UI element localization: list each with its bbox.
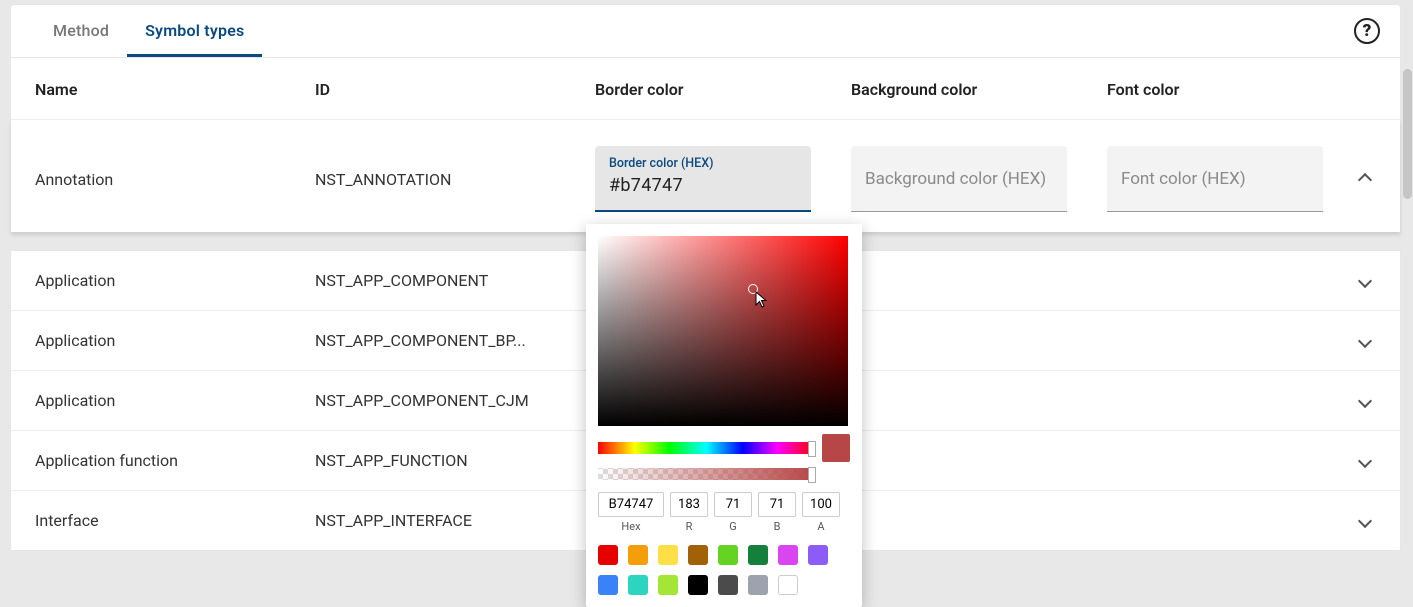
header-font-color: Font color (1107, 80, 1363, 99)
row-id: NST_APP_INTERFACE (315, 511, 595, 530)
color-swatch[interactable] (808, 545, 828, 565)
background-color-placeholder: Background color (HEX) (865, 169, 1046, 189)
hex-label: Hex (621, 520, 640, 533)
color-swatch[interactable] (598, 545, 618, 565)
current-color-swatch (822, 434, 850, 462)
color-swatch[interactable] (778, 575, 798, 595)
color-swatch[interactable] (628, 575, 648, 595)
color-picker: Hex R G B A (586, 224, 862, 607)
help-icon[interactable]: ? (1354, 18, 1380, 44)
row-name: Application function (35, 451, 315, 470)
row-id: NST_ANNOTATION (315, 170, 595, 189)
row-name: Annotation (35, 170, 315, 189)
hex-input[interactable] (598, 492, 664, 517)
hue-slider[interactable] (598, 442, 814, 454)
row-id: NST_APP_COMPONENT_BP... (315, 331, 595, 350)
chevron-down-icon (1358, 393, 1372, 407)
color-swatch[interactable] (658, 545, 678, 565)
tab-method[interactable]: Method (35, 5, 127, 57)
scrollbar-thumb[interactable] (1403, 69, 1412, 199)
color-swatch[interactable] (718, 575, 738, 595)
border-color-field[interactable]: Border color (HEX) #b74747 (595, 146, 811, 212)
row-name: Application (35, 271, 315, 290)
border-color-value: #b74747 (609, 175, 683, 196)
header-id: ID (315, 80, 595, 99)
font-color-field[interactable]: Font color (HEX) (1107, 146, 1323, 212)
row-id: NST_APP_COMPONENT (315, 271, 595, 290)
row-name: Interface (35, 511, 315, 530)
color-swatch-row (598, 545, 850, 595)
chevron-down-icon (1358, 333, 1372, 347)
r-input[interactable] (670, 492, 708, 517)
color-swatch[interactable] (658, 575, 678, 595)
color-swatch[interactable] (748, 575, 768, 595)
chevron-down-icon (1358, 453, 1372, 467)
background-color-field[interactable]: Background color (HEX) (851, 146, 1067, 212)
color-swatch[interactable] (688, 545, 708, 565)
a-label: A (817, 520, 824, 533)
table-header-row: Name ID Border color Background color Fo… (11, 58, 1400, 119)
chevron-down-icon (1358, 273, 1372, 287)
b-label: B (774, 520, 781, 533)
row-name: Application (35, 331, 315, 350)
table-row: Annotation NST_ANNOTATION Border color (… (11, 119, 1400, 232)
tabbar: Method Symbol types ? (11, 5, 1400, 58)
r-label: R (686, 520, 693, 533)
row-name: Application (35, 391, 315, 410)
border-color-label: Border color (HEX) (609, 156, 797, 171)
color-swatch[interactable] (628, 545, 648, 565)
header-name: Name (35, 80, 315, 99)
header-background-color: Background color (851, 80, 1107, 99)
b-input[interactable] (758, 492, 796, 517)
color-swatch[interactable] (688, 575, 708, 595)
saturation-value-area[interactable] (598, 236, 848, 426)
sv-handle[interactable] (748, 284, 758, 294)
color-value-row: Hex R G B A (598, 492, 850, 533)
tab-symbol-types[interactable]: Symbol types (127, 5, 262, 57)
row-id: NST_APP_COMPONENT_CJM (315, 391, 595, 410)
color-swatch[interactable] (748, 545, 768, 565)
row-id: NST_APP_FUNCTION (315, 451, 595, 470)
chevron-up-icon (1358, 173, 1372, 187)
chevron-down-icon (1358, 513, 1372, 527)
cursor-icon (755, 291, 769, 309)
row-expander[interactable] (1323, 169, 1376, 189)
color-swatch[interactable] (778, 545, 798, 565)
alpha-slider[interactable] (598, 468, 814, 480)
color-swatch[interactable] (718, 545, 738, 565)
g-input[interactable] (714, 492, 752, 517)
font-color-placeholder: Font color (HEX) (1121, 169, 1246, 189)
header-border-color: Border color (595, 80, 851, 99)
a-input[interactable] (802, 492, 840, 517)
color-swatch[interactable] (598, 575, 618, 595)
symbol-types-panel: Method Symbol types ? Name ID Border col… (10, 4, 1401, 232)
g-label: G (729, 520, 737, 533)
